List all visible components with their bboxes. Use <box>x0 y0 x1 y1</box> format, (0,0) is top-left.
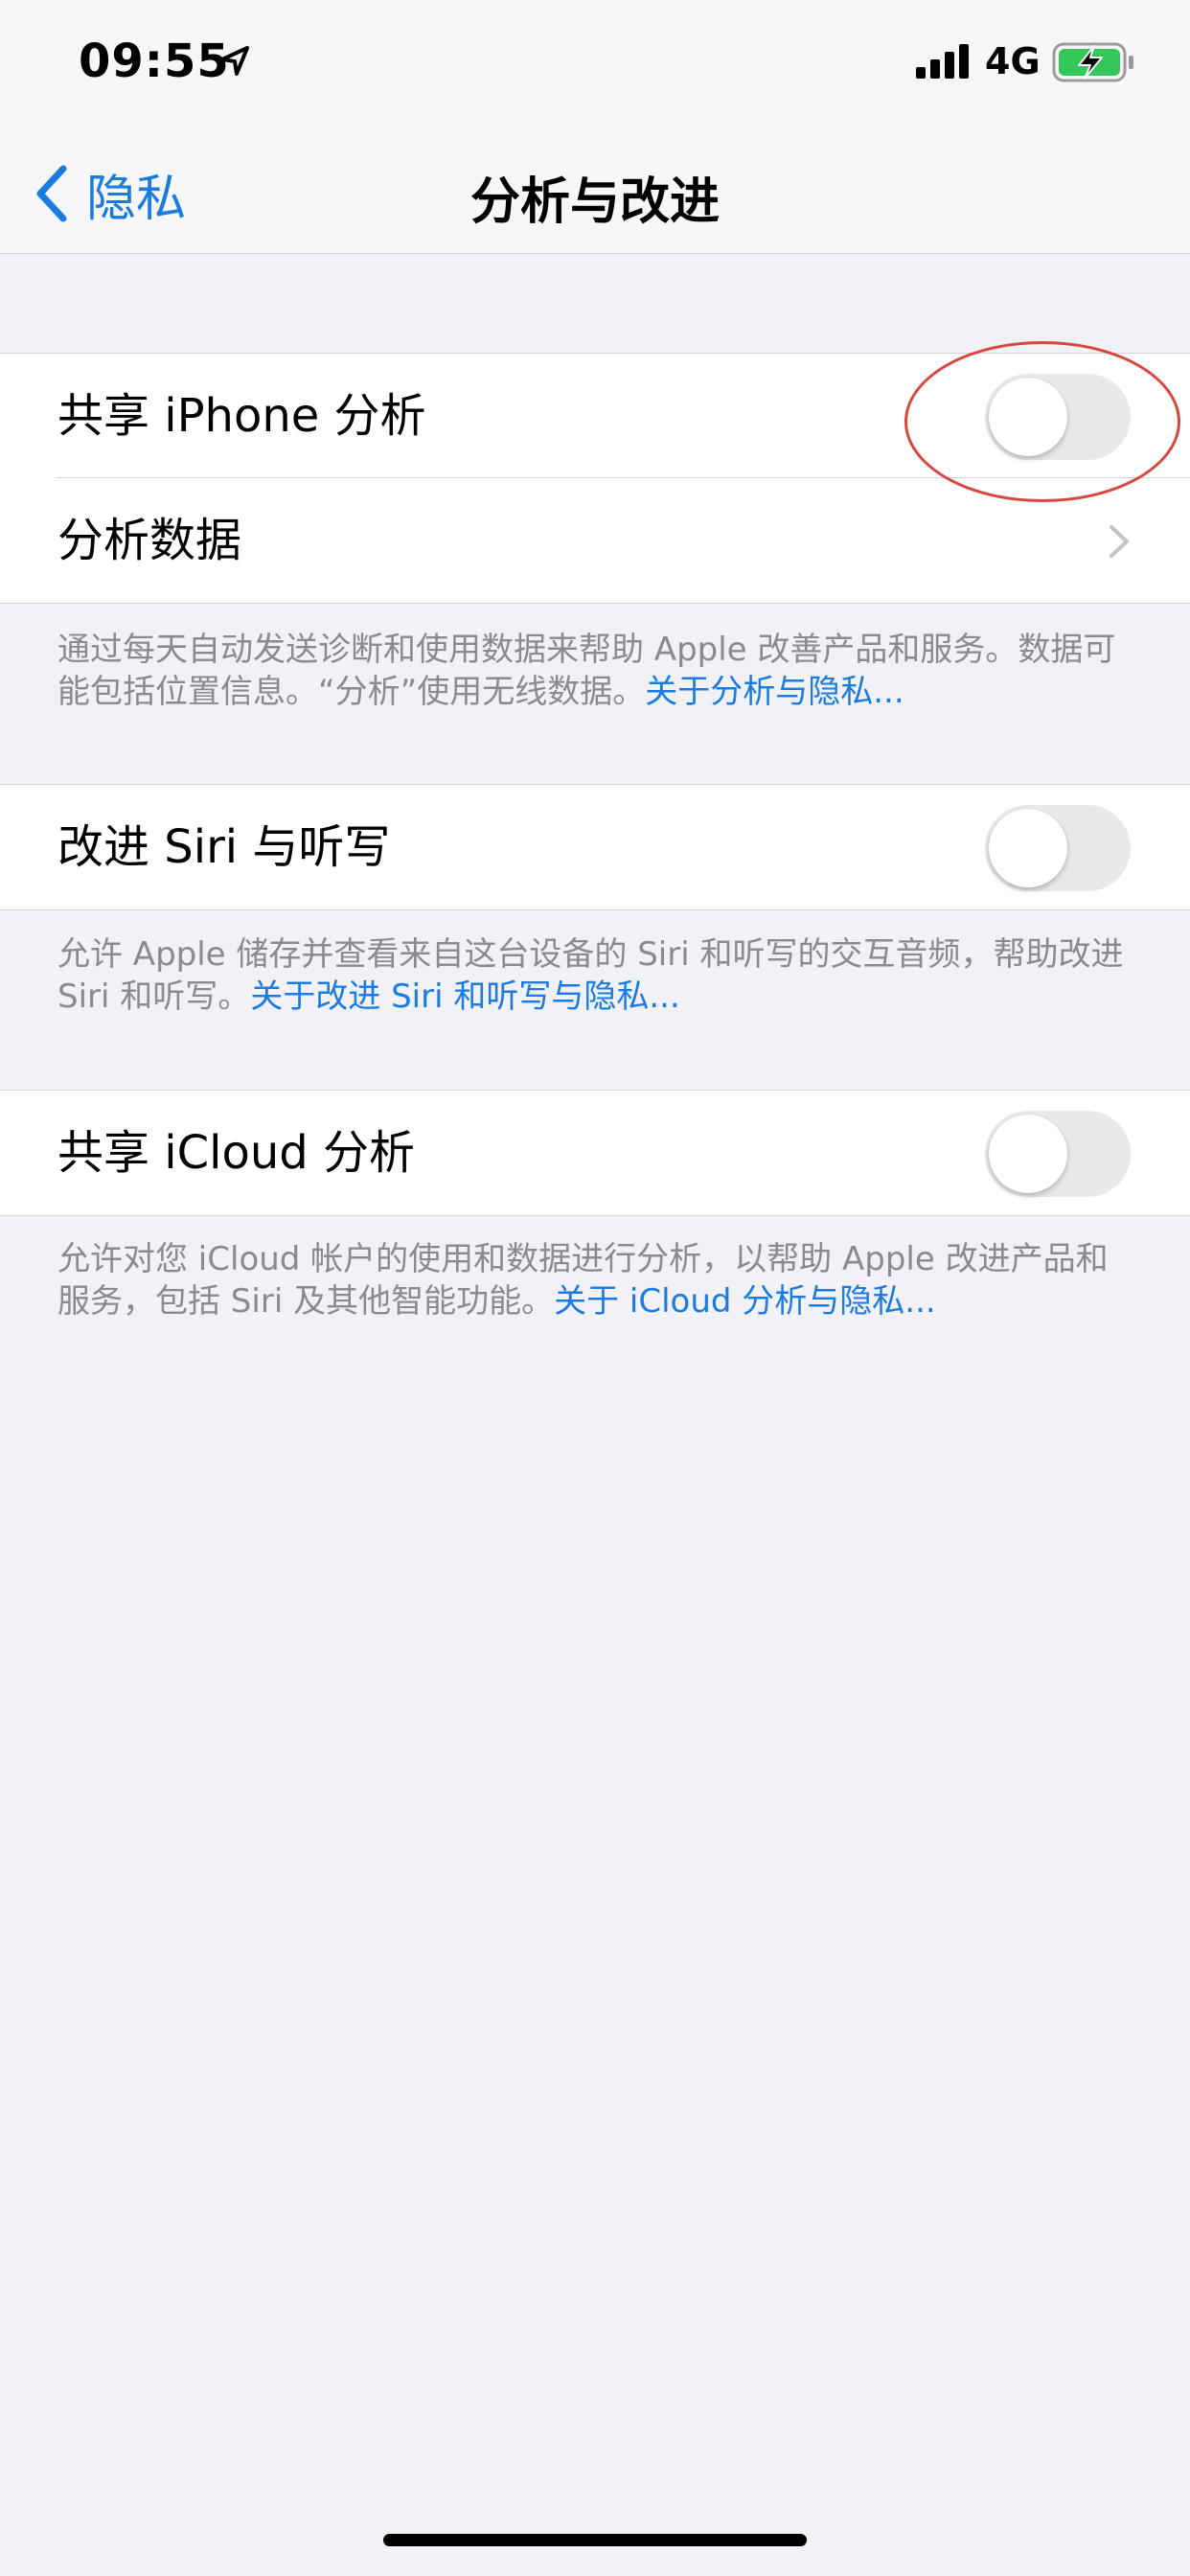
share-iphone-analytics-label: 共享 iPhone 分析 <box>57 389 426 443</box>
share-iphone-analytics-toggle[interactable] <box>985 374 1131 460</box>
analytics-group: 共享 iPhone 分析 分析数据 <box>0 353 1190 604</box>
chevron-right-icon <box>1110 525 1129 558</box>
improve-siri-label: 改进 Siri 与听写 <box>57 820 391 874</box>
toggle-knob <box>989 378 1067 456</box>
analytics-footer: 通过每天自动发送诊断和使用数据来帮助 Apple 改善产品和服务。数据可能包括位… <box>57 629 1131 713</box>
icloud-privacy-link[interactable]: 关于 iCloud 分析与隐私... <box>554 1282 936 1321</box>
battery-charging-icon <box>1052 42 1133 82</box>
network-type: 4G <box>985 40 1041 82</box>
home-indicator[interactable] <box>383 2534 807 2546</box>
analytics-data-label: 分析数据 <box>57 514 242 567</box>
toggle-knob <box>989 1115 1067 1193</box>
status-bar: 09:55 4G <box>0 0 1190 134</box>
siri-group: 改进 Siri 与听写 <box>0 784 1190 910</box>
siri-privacy-link[interactable]: 关于改进 Siri 和听写与隐私... <box>250 978 680 1016</box>
analytics-data-row[interactable]: 分析数据 <box>0 478 1190 603</box>
share-icloud-analytics-toggle[interactable] <box>985 1111 1131 1197</box>
share-iphone-analytics-row: 共享 iPhone 分析 <box>0 354 1190 478</box>
location-arrow-icon <box>220 46 249 76</box>
navigation-bar: 隐私 分析与改进 <box>0 134 1190 254</box>
improve-siri-row: 改进 Siri 与听写 <box>0 785 1190 909</box>
status-time: 09:55 <box>79 34 230 88</box>
siri-footer: 允许 Apple 储存并查看来自这台设备的 Siri 和听写的交互音频，帮助改进… <box>57 933 1131 1018</box>
toggle-knob <box>989 809 1067 887</box>
page-title: 分析与改进 <box>469 173 720 231</box>
cellular-signal-icon <box>916 44 969 79</box>
analytics-footer-text: 通过每天自动发送诊断和使用数据来帮助 Apple 改善产品和服务。数据可能包括位… <box>57 631 1116 711</box>
icloud-footer: 允许对您 iCloud 帐户的使用和数据进行分析，以帮助 Apple 改进产品和… <box>57 1238 1131 1322</box>
share-icloud-analytics-label: 共享 iCloud 分析 <box>57 1126 415 1180</box>
analytics-privacy-link[interactable]: 关于分析与隐私... <box>645 673 904 711</box>
icloud-group: 共享 iCloud 分析 <box>0 1090 1190 1216</box>
share-icloud-analytics-row: 共享 iCloud 分析 <box>0 1091 1190 1215</box>
improve-siri-toggle[interactable] <box>985 805 1131 891</box>
